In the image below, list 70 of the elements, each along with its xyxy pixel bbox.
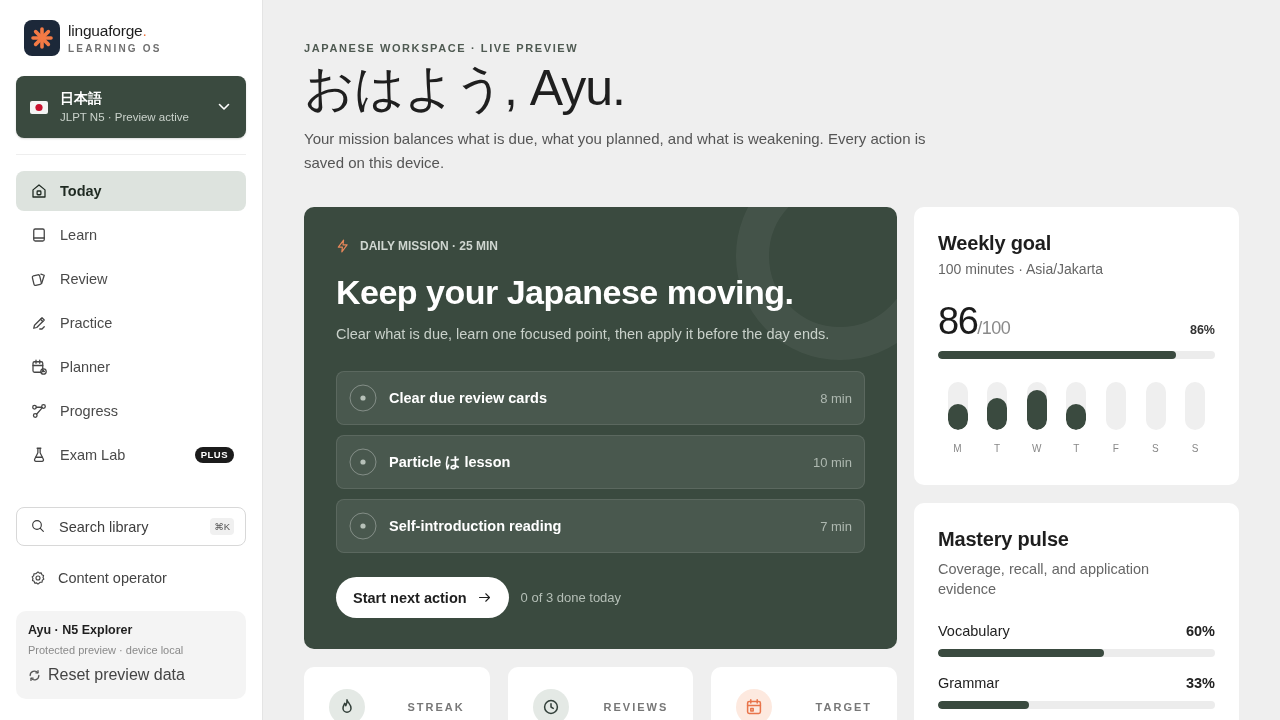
card-subtitle: 100 minutes · Asia/Jakarta (938, 260, 1103, 279)
brand-tagline: LEARNING OS (68, 42, 162, 55)
workspace-eyebrow: JAPANESE WORKSPACE · LIVE PREVIEW (304, 41, 579, 55)
skill-percent: 33% (1185, 675, 1215, 691)
nav-item[interactable]: Today (16, 171, 246, 211)
reset-button[interactable]: Reset preview data (28, 664, 185, 686)
settings-link[interactable]: Content operator (16, 568, 167, 588)
tier-badge: PLUS (194, 447, 234, 463)
task-row[interactable]: Clear due review cards 8 min (336, 371, 865, 425)
nav-item[interactable]: Learn (16, 215, 246, 255)
task-duration: 8 min (820, 390, 852, 406)
skill-percent: 60% (1185, 623, 1215, 639)
start-button[interactable]: Start next action (336, 577, 509, 618)
progress-note: 0 of 3 done today (520, 590, 622, 605)
nav-item[interactable]: Practice (16, 303, 246, 343)
nav-item[interactable]: Review (16, 259, 246, 299)
nav-item[interactable]: Planner (16, 347, 246, 387)
shortcut-hint: ⌘K (210, 518, 234, 535)
task-duration: 7 min (820, 518, 852, 534)
skill-name: Grammar (938, 675, 1000, 691)
pencil-icon (30, 314, 48, 332)
clock-icon (532, 689, 569, 720)
card-title: Weekly goal (938, 231, 1052, 255)
profile-name: Ayu · N5 Explorer (28, 623, 133, 638)
goal-total: /100 (977, 318, 1011, 339)
home-icon (30, 182, 48, 200)
lightning-icon (336, 239, 350, 253)
calendar-clock-icon (30, 358, 48, 376)
day-label: T (1073, 443, 1080, 455)
day-label: T (994, 443, 1001, 455)
greeting-title: おはよう, Ayu. (304, 59, 625, 118)
mission-title: Keep your Japanese moving. (336, 272, 794, 312)
task-title: Particle は lesson (389, 452, 511, 472)
flag-icon (30, 100, 48, 114)
stat-label: STREAK (407, 700, 465, 715)
mission-eyebrow: DAILY MISSION · 25 MIN (360, 238, 499, 254)
day-label: F (1112, 443, 1120, 455)
nav-item[interactable]: Progress (16, 391, 246, 431)
day-label: S (1152, 443, 1160, 455)
day-label: M (953, 443, 963, 455)
task-duration: 10 min (812, 454, 852, 470)
language-selector[interactable]: 日本語 JLPT N5 · Preview active (16, 76, 246, 138)
stat-label: TARGET (815, 700, 872, 715)
book-icon (30, 226, 48, 244)
task-row[interactable]: Self-introduction reading 7 min (336, 499, 865, 553)
stat-label: REVIEWS (603, 700, 669, 715)
chevron-down-icon (218, 103, 230, 111)
search-icon (30, 518, 46, 534)
day-label: W (1031, 443, 1042, 455)
intro-text: Your mission balances what is due, what you planned, and what is weakening. Every action is saved on this device. (304, 129, 927, 173)
profile-detail: Protected preview · device local (28, 643, 184, 657)
calendar-icon (736, 689, 773, 720)
refresh-icon (28, 668, 41, 682)
day-label: S (1191, 443, 1199, 455)
arrow-right-icon (476, 590, 492, 605)
task-title: Clear due review cards (389, 390, 547, 406)
mission-subtitle: Clear what is due, learn one focused point, then apply it before the day ends. (336, 325, 830, 344)
settings-icon (30, 570, 46, 586)
card-title: Mastery pulse (938, 527, 1069, 551)
nodes-icon (30, 402, 48, 420)
skill-name: Vocabulary (938, 623, 1010, 639)
logo-icon (24, 20, 60, 56)
goal-percent: 86% (1189, 323, 1215, 337)
flame-icon (329, 689, 365, 720)
task-row[interactable]: Particle は lesson 10 min (336, 435, 865, 489)
nav-item[interactable]: Exam Lab PLUS (16, 435, 246, 475)
card-subtitle: Coverage, recall, and application evidence (938, 560, 1151, 599)
task-title: Self-introduction reading (389, 518, 562, 534)
brand-name: linguaforge. (68, 21, 148, 40)
goal-value: 86 (938, 299, 978, 343)
